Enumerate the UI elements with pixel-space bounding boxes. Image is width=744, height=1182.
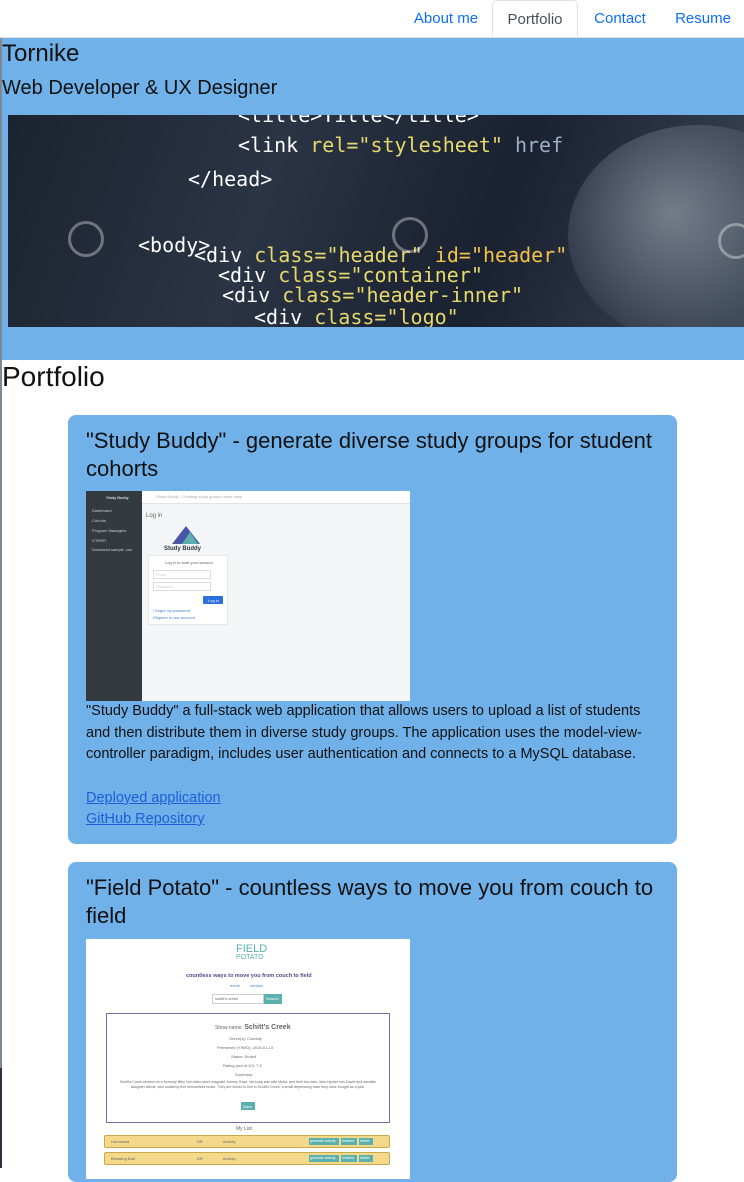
project-screenshot: Study Buddy Dashboard Cohorts Program Ma… — [86, 491, 410, 701]
login-password-field: Password — [153, 582, 211, 591]
app-sidebar: Study Buddy Dashboard Cohorts Program Ma… — [86, 491, 142, 701]
code-token: <div — [222, 283, 271, 307]
sidebar-section-label: OTHER — [92, 538, 106, 543]
code-token: <link — [238, 133, 299, 157]
app-search-button: Search — [264, 994, 282, 1004]
github-repo-link[interactable]: GitHub Repository — [86, 809, 204, 830]
nav-resume[interactable]: Resume — [662, 0, 744, 37]
show-status: Status: Ended — [231, 1054, 257, 1059]
code-line: <div class="header-inner" — [222, 283, 523, 307]
login-button: Log in — [203, 596, 223, 604]
chip-label: finished — [342, 1139, 355, 1143]
finished-chip: finished — [341, 1138, 357, 1145]
window-edge-dark — [0, 1068, 2, 1168]
project-card-field-potato: "Field Potato" - countless ways to move … — [68, 862, 677, 1182]
show-summary: Schitt's Creek centers on a formerly fil… — [119, 1080, 377, 1089]
app-nav-home: home — [230, 983, 241, 988]
nav-portfolio[interactable]: Portfolio — [492, 0, 578, 37]
code-token: href — [514, 133, 564, 157]
project-title: "Field Potato" - countless ways to move … — [86, 875, 654, 928]
watermark-icon — [392, 217, 428, 253]
app-topbar: Study Buddy · Creating study groups made… — [142, 491, 410, 504]
app-search-value: schitt's creek — [215, 996, 238, 1001]
code-line: <div class="logo" — [254, 305, 459, 327]
chip-label: delete — [360, 1156, 370, 1160]
login-prompt: Log in to start your session — [165, 560, 213, 565]
code-line: <title>Title</title> — [238, 115, 479, 127]
app-name: Study Buddy — [106, 495, 129, 500]
app-show-details: Show name: Schitt's Creek Genre(s): Come… — [106, 1013, 390, 1123]
watermark-icon — [68, 221, 104, 257]
generate-activity-chip: generate activity — [309, 1138, 339, 1145]
project-card-study-buddy: "Study Buddy" - generate diverse study g… — [68, 415, 677, 844]
list-item-type: Activity — [223, 1139, 236, 1144]
code-token: <div — [254, 305, 303, 327]
delete-chip: delete — [359, 1155, 373, 1162]
app-nav-contact: contact — [250, 983, 263, 988]
top-nav: About me Portfolio Contact Resume — [0, 0, 744, 38]
code-token: class="logo" — [314, 305, 459, 327]
login-email-field: Email — [153, 570, 211, 579]
list-item-type: Activity — [223, 1156, 236, 1161]
sidebar-download: Download sample .csv — [92, 547, 133, 552]
app-page-title: Log in — [146, 513, 163, 519]
finished-chip: finished — [341, 1155, 357, 1162]
chip-label: generate activity — [310, 1156, 336, 1160]
globe-graphic — [568, 125, 744, 327]
app-search-field: schitt's creek — [212, 994, 264, 1004]
list-item-show: Homeland — [111, 1139, 130, 1144]
app-tagline: countless ways to move you from couch to… — [186, 973, 312, 979]
list-item-kind: DR — [197, 1156, 203, 1161]
save-button: Save — [241, 1102, 255, 1110]
login-button-label: Log in — [208, 598, 219, 603]
app-search-button-label: Search — [266, 996, 279, 1001]
project-title: "Study Buddy" - generate diverse study g… — [86, 428, 652, 481]
show-genre: Genre(s): Comedy — [229, 1036, 262, 1041]
site-owner-name: Tornike — [2, 40, 80, 67]
chip-label: delete — [360, 1139, 370, 1143]
app-login-box: Log in to start your session Email Passw… — [148, 555, 228, 625]
delete-chip: delete — [359, 1138, 373, 1145]
show-name-label-text: Show name: — [215, 1025, 243, 1031]
register-link: Register a new account — [153, 615, 195, 620]
generate-activity-chip: generate activity — [309, 1155, 339, 1162]
show-premiered: Premiered (Y/M/D): 2015-01-13 — [217, 1045, 274, 1050]
save-button-label: Save — [243, 1104, 253, 1109]
email-placeholder: Email — [156, 572, 167, 577]
site-owner-role: Web Developer & UX Designer — [2, 77, 278, 99]
app-logo-icon — [182, 532, 198, 544]
code-line: <link rel="stylesheet" href — [238, 133, 563, 157]
list-item: Breaking Bad DR Activity generate activi… — [104, 1152, 390, 1165]
hero-code-image: <title>Title</title> <link rel="styleshe… — [8, 115, 744, 327]
list-item: Homeland DR Activity generate activity f… — [104, 1135, 390, 1148]
app-logo-text: Study Buddy — [164, 546, 201, 552]
code-token: class="header-inner" — [282, 283, 524, 307]
show-name-label: Show name: Schitt's Creek — [215, 1024, 291, 1031]
nav-contact[interactable]: Contact — [580, 0, 660, 37]
list-item-show: Breaking Bad — [111, 1156, 136, 1161]
sidebar-item-cohorts: Cohorts — [92, 518, 107, 523]
chip-label: generate activity — [310, 1139, 336, 1143]
nav-about-me[interactable]: About me — [400, 0, 492, 37]
code-line: </head> — [188, 167, 273, 191]
show-rating: Rating (out of 10): 7.5 — [223, 1063, 262, 1068]
list-item-kind: DR — [197, 1139, 203, 1144]
password-placeholder: Password — [156, 584, 174, 589]
deployed-app-link[interactable]: Deployed application — [86, 788, 221, 809]
sidebar-item-program-managers: Program Managers — [92, 528, 127, 533]
show-name: Schitt's Creek — [244, 1024, 291, 1031]
project-description: "Study Buddy" a full-stack web applicati… — [86, 703, 642, 762]
portfolio-heading: Portfolio — [2, 361, 105, 392]
my-list-title: My List — [236, 1126, 252, 1132]
show-summary-label: Summary: — [235, 1072, 254, 1077]
code-token: rel="stylesheet" — [310, 133, 503, 157]
app-logo-subtext: POTATO — [236, 954, 264, 961]
sidebar-item-dashboard: Dashboard — [92, 508, 112, 513]
project-screenshot: FIELD POTATO countless ways to move you … — [86, 939, 410, 1179]
forgot-password-link: I forgot my password — [153, 608, 191, 613]
app-breadcrumb: Study Buddy · Creating study groups made… — [156, 494, 243, 499]
chip-label: finished — [342, 1156, 355, 1160]
